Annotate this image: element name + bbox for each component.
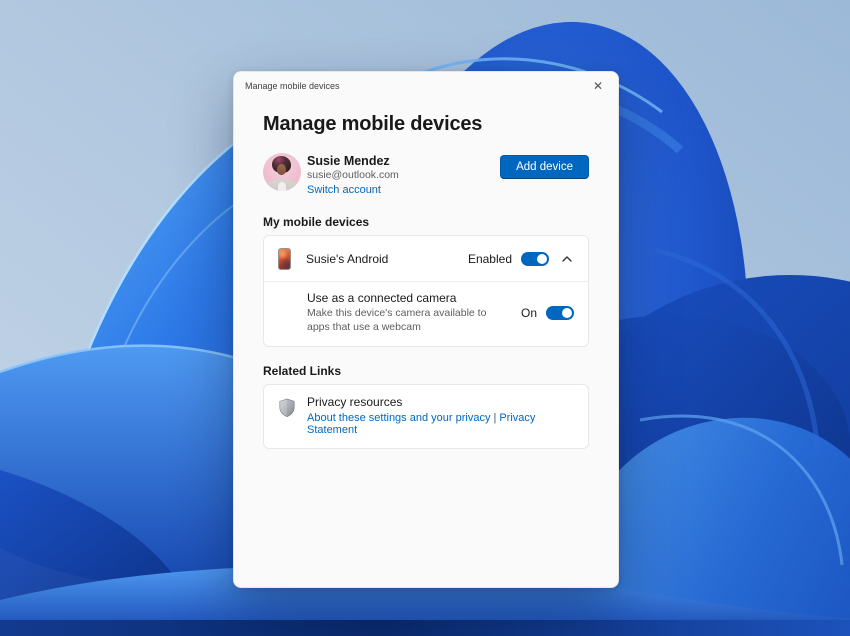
camera-setting-title: Use as a connected camera xyxy=(307,291,457,305)
privacy-settings-link[interactable]: About these settings and your privacy xyxy=(307,412,490,424)
toggle-knob xyxy=(537,253,547,264)
camera-setting-description: Make this device's camera available to a… xyxy=(307,307,487,333)
phone-icon xyxy=(278,247,291,270)
shield-icon xyxy=(278,398,296,418)
account-row: Susie Mendez susie@outlook.com Switch ac… xyxy=(263,153,589,198)
avatar-face xyxy=(277,164,286,175)
switch-account-link[interactable]: Switch account xyxy=(307,182,399,198)
account-name: Susie Mendez xyxy=(307,154,390,168)
camera-status-label: On xyxy=(520,305,537,320)
privacy-title: Privacy resources xyxy=(307,394,403,409)
window-title: Manage mobile devices xyxy=(245,81,340,91)
toggle-knob xyxy=(562,307,572,318)
titlebar: Manage mobile devices ✕ xyxy=(234,72,618,100)
device-controls: Enabled xyxy=(467,251,574,266)
link-separator: | xyxy=(493,411,497,424)
related-links-label: Related Links xyxy=(263,363,342,378)
dialog-content: Manage mobile devices Susie Mendez susie… xyxy=(234,113,618,449)
camera-setting-text: Use as a connected camera Make this devi… xyxy=(307,291,505,335)
manage-mobile-devices-dialog: Manage mobile devices ✕ Manage mobile de… xyxy=(233,71,619,588)
page-title: Manage mobile devices xyxy=(263,113,483,135)
avatar xyxy=(263,153,301,191)
privacy-links: About these settings and your privacy | Pr… xyxy=(307,412,574,436)
close-button[interactable]: ✕ xyxy=(583,75,613,97)
chevron-up-icon xyxy=(562,255,572,262)
privacy-text: Privacy resources About these settings a… xyxy=(307,395,574,436)
camera-toggle[interactable] xyxy=(546,305,574,320)
device-row[interactable]: Susie's Android Enabled xyxy=(264,236,588,281)
privacy-row: Privacy resources About these settings a… xyxy=(264,385,588,448)
account-info: Susie Mendez susie@outlook.com Switch ac… xyxy=(307,153,399,198)
close-icon: ✕ xyxy=(592,79,604,93)
avatar-shirt xyxy=(278,182,286,191)
device-name: Susie's Android xyxy=(306,251,389,266)
camera-setting-row: Use as a connected camera Make this devi… xyxy=(264,282,588,346)
device-enabled-toggle[interactable] xyxy=(521,251,549,266)
add-device-button[interactable]: Add device xyxy=(500,155,589,179)
camera-controls: On xyxy=(520,305,574,320)
device-status-label: Enabled xyxy=(467,251,512,266)
collapse-button[interactable] xyxy=(560,254,574,264)
device-card: Susie's Android Enabled Use as a connect… xyxy=(263,235,589,347)
account-email: susie@outlook.com xyxy=(307,169,399,181)
my-mobile-devices-label: My mobile devices xyxy=(263,215,370,229)
privacy-card: Privacy resources About these settings a… xyxy=(263,383,589,449)
